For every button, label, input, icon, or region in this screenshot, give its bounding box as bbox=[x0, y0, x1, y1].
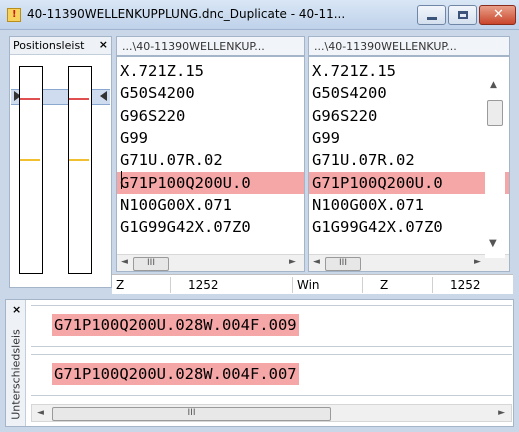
scroll-right-icon[interactable]: ► bbox=[498, 408, 505, 418]
code-line[interactable]: G99 bbox=[117, 127, 304, 149]
code-line[interactable]: X.721Z.15 bbox=[309, 60, 509, 82]
scroll-thumb[interactable]: III bbox=[133, 257, 169, 271]
code-line[interactable]: G96S220 bbox=[117, 105, 304, 127]
text-cursor bbox=[121, 171, 122, 189]
difference-panel-title: Unterschiedsleis bbox=[9, 329, 23, 420]
scroll-thumb[interactable]: III bbox=[52, 407, 331, 421]
mode-indicator: Win bbox=[297, 278, 320, 292]
scroll-left-icon[interactable]: ◄ bbox=[121, 257, 128, 267]
left-status-value: 1252 bbox=[188, 278, 219, 292]
scroll-left-icon[interactable]: ◄ bbox=[313, 257, 320, 267]
title-bar: ! 40-11390WELLENKUPPLUNG.dnc_Duplicate -… bbox=[0, 0, 519, 30]
code-line[interactable]: G96S220 bbox=[309, 105, 509, 127]
change-marker bbox=[20, 159, 40, 161]
scroll-up-icon[interactable]: ▲ bbox=[490, 80, 497, 90]
minimize-button[interactable] bbox=[417, 5, 446, 25]
right-vertical-scrollbar[interactable]: ▲ ▼ bbox=[485, 60, 505, 258]
code-line[interactable]: G50S4200 bbox=[117, 82, 304, 104]
left-code-pane[interactable]: X.721Z.15 G50S4200 G96S220 G99 G71U.07R.02 G7… bbox=[116, 56, 305, 272]
minimize-icon bbox=[427, 17, 437, 20]
right-code-pane[interactable]: X.721Z.15 G50S4200 G96S220 G99 G71U.07R.02 G7… bbox=[308, 56, 510, 272]
right-status-value: 1252 bbox=[450, 278, 481, 292]
diff-left-line: G71P100Q200U.028W.004F.009 bbox=[52, 314, 299, 336]
diff-marker bbox=[20, 98, 40, 100]
right-status-label: Z bbox=[380, 278, 389, 292]
right-position-strip[interactable] bbox=[68, 66, 92, 274]
close-icon: ✕ bbox=[493, 7, 504, 22]
scroll-left-icon[interactable]: ◄ bbox=[37, 408, 44, 418]
scroll-right-icon[interactable]: ► bbox=[289, 257, 296, 267]
code-line[interactable]: G1G99G42X.07Z0 bbox=[117, 216, 304, 238]
left-horizontal-scrollbar[interactable]: ◄ III ► bbox=[117, 254, 304, 271]
code-line[interactable]: G1G99G42X.07Z0 bbox=[309, 216, 509, 238]
right-pane-header: ...\40-11390WELLENKUP... bbox=[308, 36, 510, 56]
code-line[interactable]: N100G00X.071 bbox=[117, 194, 304, 216]
diff-right-line: G71P100Q200U.028W.004F.007 bbox=[52, 363, 299, 385]
diff-right-line-box[interactable]: G71P100Q200U.028W.004F.007 bbox=[31, 354, 512, 396]
code-line[interactable]: G99 bbox=[309, 127, 509, 149]
difference-horizontal-scrollbar[interactable]: ◄ III ► bbox=[31, 404, 512, 422]
difference-panel: × Unterschiedsleis G71P100Q200U.028W.004… bbox=[5, 299, 514, 427]
change-marker bbox=[69, 159, 89, 161]
difference-panel-close-icon[interactable]: × bbox=[12, 303, 21, 316]
diff-marker bbox=[69, 98, 89, 100]
position-panel: Positionsleist × bbox=[9, 36, 112, 288]
code-line-diff[interactable]: G71P100Q200U.0 bbox=[117, 171, 304, 194]
left-pane-header: ...\40-11390WELLENKUP... bbox=[116, 36, 305, 56]
code-line[interactable]: G71U.07R.02 bbox=[117, 149, 304, 171]
code-line-diff[interactable]: G71P100Q200U.0 bbox=[309, 171, 509, 194]
code-line[interactable]: N100G00X.071 bbox=[309, 194, 509, 216]
scroll-thumb[interactable]: III bbox=[325, 257, 361, 271]
status-separator bbox=[292, 277, 293, 293]
maximize-button[interactable] bbox=[448, 5, 477, 25]
position-strip-area[interactable] bbox=[10, 56, 111, 287]
left-status-label: Z bbox=[116, 278, 125, 292]
status-separator bbox=[432, 277, 433, 293]
position-panel-title: Positionsleist bbox=[13, 39, 85, 52]
code-line[interactable]: X.721Z.15 bbox=[117, 60, 304, 82]
vertical-scroll-thumb[interactable] bbox=[487, 100, 503, 126]
scroll-right-icon[interactable]: ► bbox=[474, 257, 481, 267]
close-button[interactable]: ✕ bbox=[479, 5, 516, 25]
position-panel-close-icon[interactable]: × bbox=[99, 38, 108, 51]
status-separator bbox=[362, 277, 363, 293]
maximize-icon bbox=[458, 11, 468, 19]
left-position-strip[interactable] bbox=[19, 66, 43, 274]
position-panel-header: Positionsleist × bbox=[10, 37, 111, 55]
status-separator bbox=[170, 277, 171, 293]
diff-left-line-box[interactable]: G71P100Q200U.028W.004F.009 bbox=[31, 305, 512, 347]
scroll-down-icon[interactable]: ▼ bbox=[489, 238, 497, 249]
app-icon: ! bbox=[7, 8, 21, 22]
status-bar: Z 1252 Win Z 1252 bbox=[112, 274, 513, 294]
difference-panel-tab: × Unterschiedsleis bbox=[6, 300, 26, 426]
code-line[interactable]: G71U.07R.02 bbox=[309, 149, 509, 171]
code-line[interactable]: G50S4200 bbox=[309, 82, 509, 104]
window-title: 40-11390WELLENKUPPLUNG.dnc_Duplicate - 4… bbox=[27, 7, 346, 21]
right-horizontal-scrollbar[interactable]: ◄ III ► bbox=[309, 254, 509, 271]
range-right-handle-icon[interactable] bbox=[100, 91, 107, 101]
